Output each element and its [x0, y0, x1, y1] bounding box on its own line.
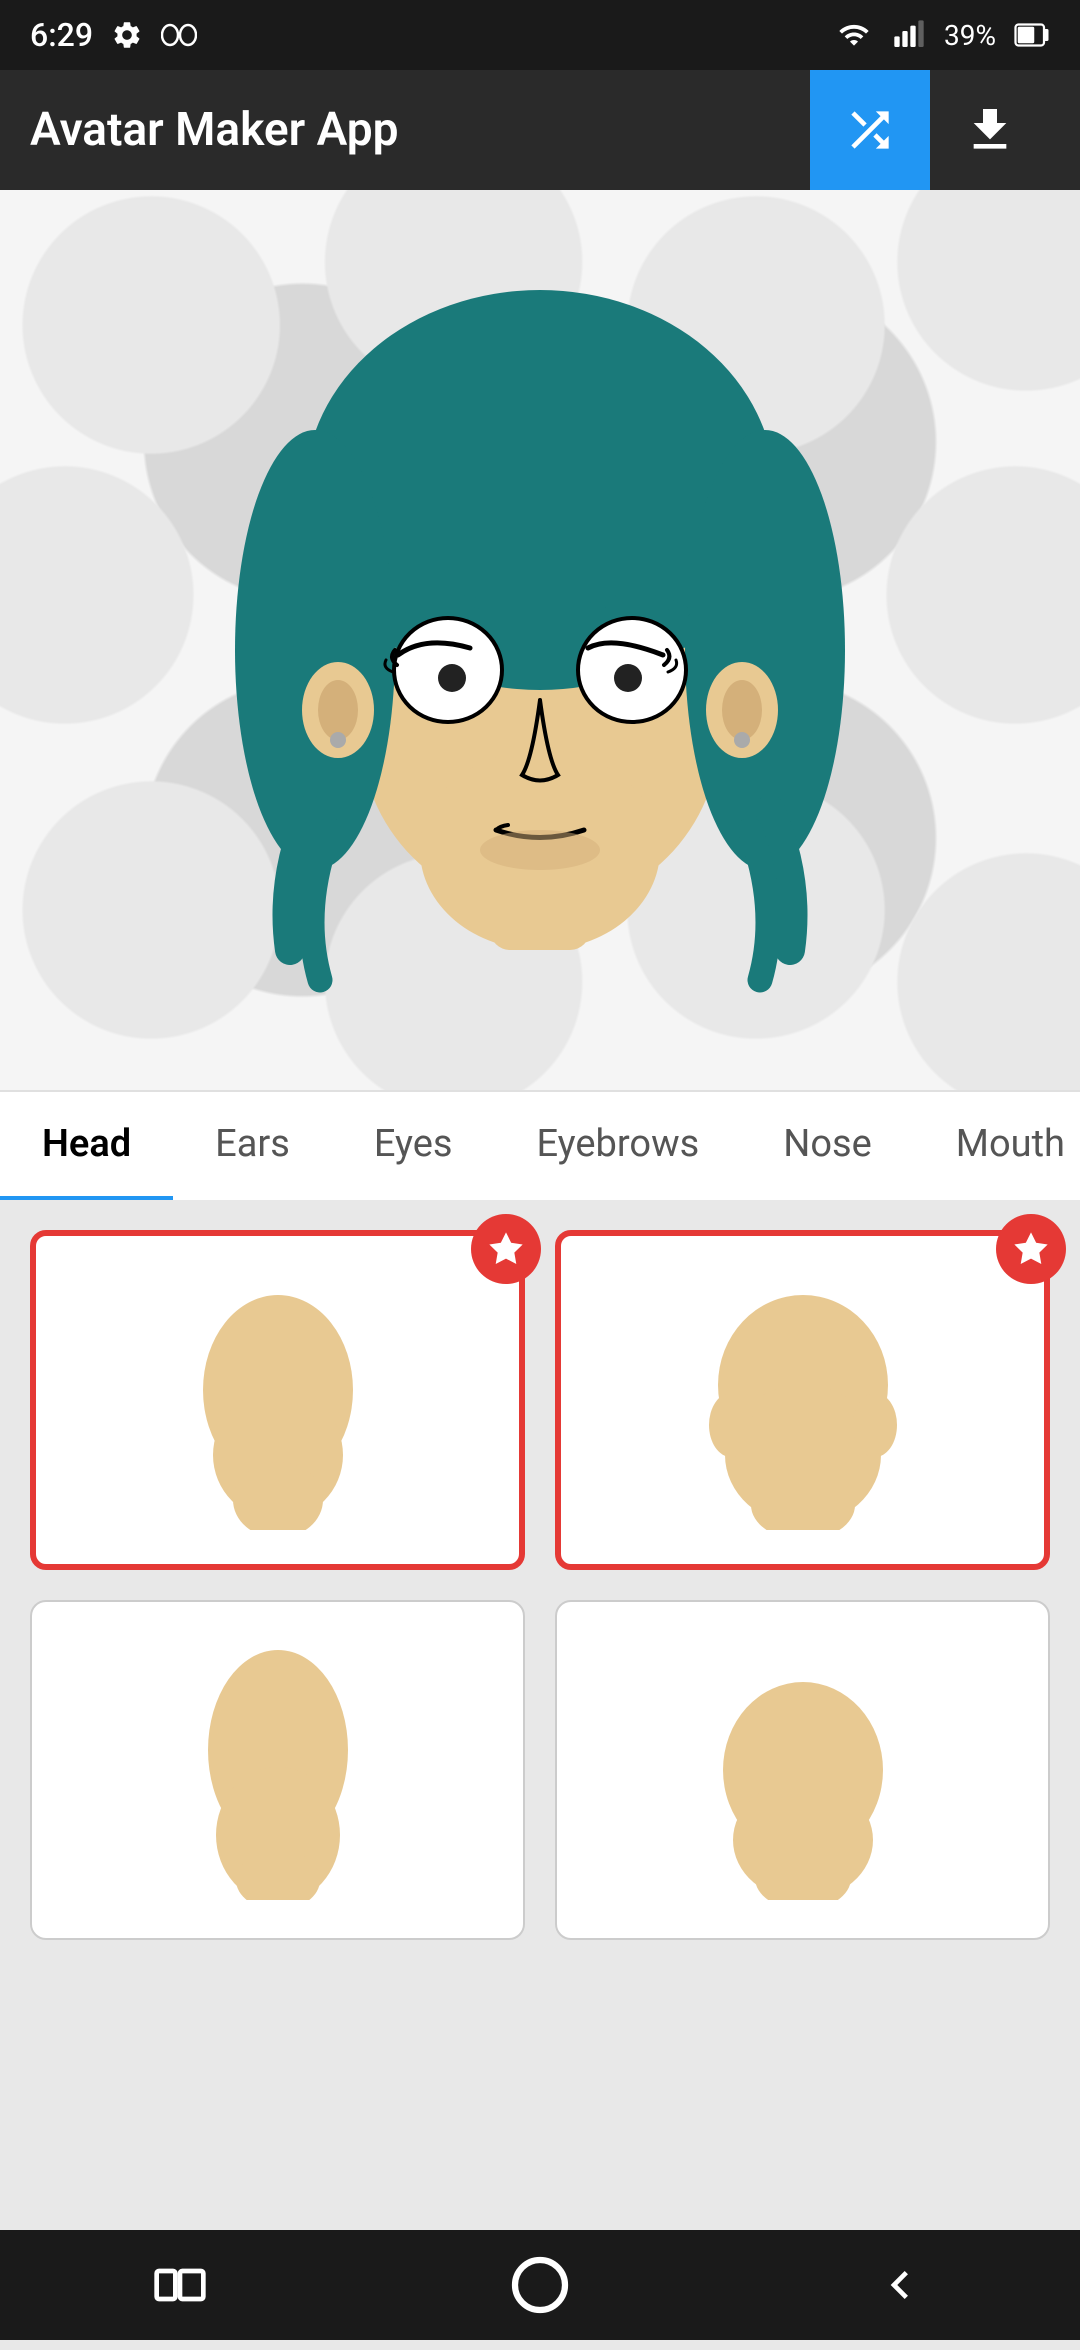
nav-recent-button[interactable]: [140, 2245, 220, 2325]
star-icon-2: [1011, 1229, 1051, 1269]
head-option-4[interactable]: [555, 1600, 1050, 1940]
head-shape-4: [703, 1640, 903, 1900]
tab-nose[interactable]: Nose: [741, 1092, 914, 1200]
status-bar: 6:29 39%: [0, 0, 1080, 70]
head-option-1[interactable]: [30, 1230, 525, 1570]
signal-icon: [892, 19, 926, 51]
nav-back-button[interactable]: [860, 2245, 940, 2325]
options-section: [0, 1200, 1080, 2350]
tab-ears[interactable]: Ears: [173, 1092, 332, 1200]
bottom-nav: [0, 2230, 1080, 2340]
back-icon: [872, 2257, 928, 2313]
time-display: 6:29: [30, 16, 93, 54]
status-right: 39%: [834, 19, 1050, 52]
head-shape-3: [178, 1640, 378, 1900]
app-bar: Avatar Maker App: [0, 70, 1080, 190]
tab-mouth[interactable]: Mouth: [914, 1092, 1080, 1200]
nav-home-button[interactable]: [500, 2245, 580, 2325]
download-icon: [962, 102, 1018, 158]
star-badge-1: [471, 1214, 541, 1284]
avatar-svg: [200, 230, 880, 1050]
download-button[interactable]: [930, 70, 1050, 190]
avatar-container: [200, 230, 880, 1050]
head-option-2[interactable]: [555, 1230, 1050, 1570]
app-title: Avatar Maker App: [30, 103, 399, 157]
wifi-icon: [834, 19, 874, 51]
media-icon: [161, 23, 197, 47]
star-icon-1: [486, 1229, 526, 1269]
tab-head[interactable]: Head: [0, 1092, 173, 1200]
settings-icon: [111, 19, 143, 51]
battery-display: 39%: [944, 19, 996, 52]
head-shape-1: [178, 1270, 378, 1530]
head-option-3[interactable]: [30, 1600, 525, 1940]
shuffle-button[interactable]: [810, 70, 930, 190]
status-left: 6:29: [30, 16, 197, 54]
tab-eyebrows[interactable]: Eyebrows: [495, 1092, 742, 1200]
tab-eyes[interactable]: Eyes: [332, 1092, 495, 1200]
shuffle-icon: [842, 102, 898, 158]
battery-icon: [1014, 21, 1050, 49]
app-bar-actions: [810, 70, 1050, 190]
options-grid: [30, 1230, 1050, 1940]
head-shape-2: [703, 1270, 903, 1530]
recent-icon: [152, 2257, 208, 2313]
tabs-container: Head Ears Eyes Eyebrows Nose Mouth Hair: [0, 1090, 1080, 1200]
avatar-preview: [0, 190, 1080, 1090]
home-icon: [510, 2255, 570, 2315]
star-badge-2: [996, 1214, 1066, 1284]
